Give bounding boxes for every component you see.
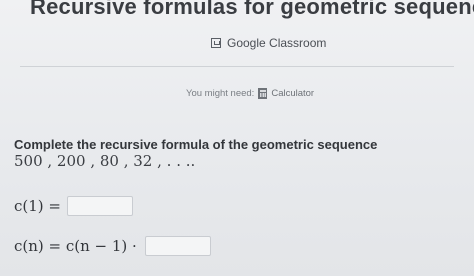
calculator-icon[interactable] (258, 88, 268, 99)
divider (20, 66, 454, 67)
first-term-lhs: c(1) = (14, 197, 61, 215)
recursive-rule-equation: c(n) = c(n − 1) · (14, 236, 211, 256)
common-ratio-answer-input[interactable] (144, 236, 211, 256)
tools-hint-prefix: You might need: (186, 88, 255, 99)
first-term-answer-input[interactable] (67, 196, 133, 216)
sequence-terms: 500 , 200 , 80 , 32 , . . .. (14, 152, 196, 170)
exercise-page: Recursive formulas for geometric sequenc… (0, 0, 474, 276)
recursive-rule-lhs: c(n) = c(n − 1) · (14, 237, 137, 255)
google-classroom-icon (211, 38, 221, 48)
first-term-equation: c(1) = (14, 196, 133, 216)
calculator-link[interactable]: Calculator (271, 88, 314, 99)
google-classroom-label: Google Classroom (227, 36, 327, 50)
google-classroom-button[interactable]: Google Classroom (211, 36, 326, 50)
tools-hint: You might need: Calculator (186, 88, 314, 99)
page-title: Recursive formulas for geometric sequenc… (30, 0, 474, 19)
problem-prompt: Complete the recursive formula of the ge… (14, 137, 378, 152)
